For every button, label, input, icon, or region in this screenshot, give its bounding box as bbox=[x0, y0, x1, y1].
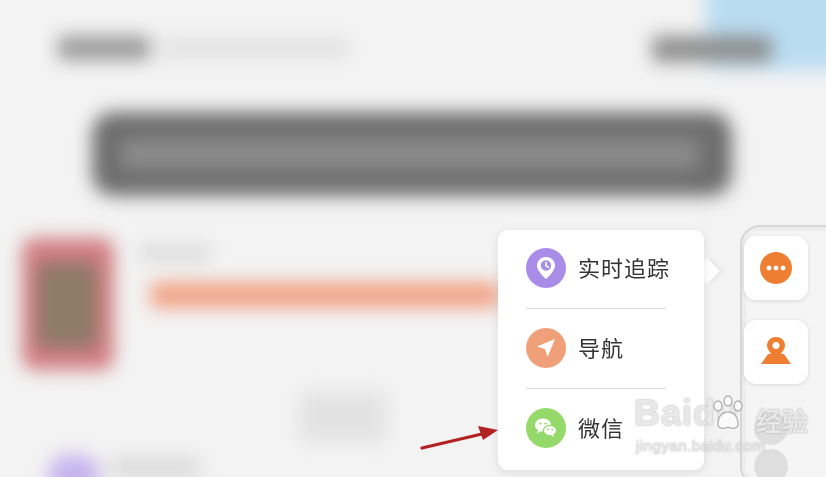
bg-bottom-block bbox=[110, 458, 200, 477]
bg-header-icons bbox=[652, 36, 772, 62]
map-location-button[interactable] bbox=[744, 320, 808, 384]
menu-divider bbox=[526, 388, 666, 389]
menu-item-label: 导航 bbox=[578, 338, 625, 363]
bg-card-image bbox=[22, 238, 114, 370]
bg-top-right-block bbox=[706, 0, 826, 70]
bg-search-content bbox=[120, 138, 700, 170]
menu-item-realtime-tracking[interactable]: 实时追踪 bbox=[526, 244, 696, 292]
watermark-url: jingyan.baidu.com bbox=[636, 438, 766, 455]
map-location-icon bbox=[761, 337, 791, 364]
more-dots-icon bbox=[760, 252, 792, 284]
wechat-icon bbox=[526, 408, 566, 448]
menu-item-label: 微信 bbox=[578, 418, 625, 443]
bg-search-bar bbox=[92, 112, 732, 196]
paw-icon bbox=[713, 395, 743, 429]
bg-card-line bbox=[140, 246, 210, 260]
bg-subtitle bbox=[160, 40, 350, 56]
annotation-arrow-icon bbox=[420, 426, 498, 450]
realtime-location-icon bbox=[526, 248, 566, 288]
more-options-button[interactable] bbox=[744, 236, 808, 300]
bg-card-highlight bbox=[150, 282, 500, 308]
menu-divider bbox=[526, 308, 666, 309]
bg-card-image-inner bbox=[36, 262, 98, 348]
watermark: Baidu 经验 jingyan.baidu.com bbox=[630, 392, 826, 472]
bg-mid-block bbox=[300, 392, 386, 442]
bg-purple-block bbox=[48, 455, 100, 477]
menu-item-label: 实时追踪 bbox=[578, 258, 671, 283]
watermark-product: 经验 bbox=[756, 408, 809, 438]
menu-item-navigation[interactable]: 导航 bbox=[526, 324, 696, 372]
navigation-arrow-icon bbox=[526, 328, 566, 368]
bg-title bbox=[58, 36, 150, 60]
